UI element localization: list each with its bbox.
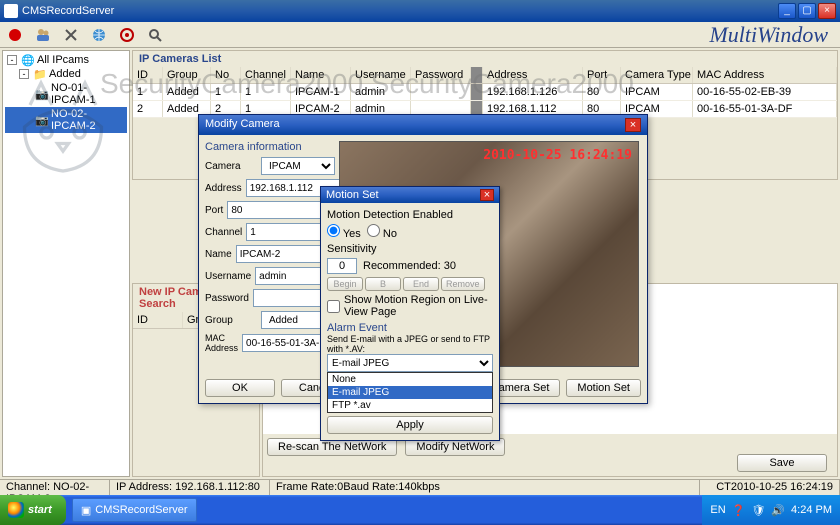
status-clock: CT2010-10-25 16:24:19 — [700, 480, 840, 495]
minimize-button[interactable]: _ — [778, 3, 796, 19]
toolbar: MultiWindow — [0, 22, 840, 48]
record-icon[interactable] — [6, 26, 24, 44]
recommended-label: Recommended: 30 — [363, 260, 456, 272]
window-title: CMSRecordServer — [22, 5, 778, 17]
status-channel: Channel: NO-02-IPCAM-2 — [0, 480, 110, 495]
tree-cam-1[interactable]: 📷NO-01-IPCAM-1 — [5, 81, 127, 107]
radio-no[interactable]: No — [367, 224, 397, 240]
people-icon[interactable] — [34, 26, 52, 44]
motion-close-icon[interactable]: × — [480, 189, 494, 201]
taskbar: start ▣CMSRecordServer EN ❓ 🛡 🔊 4:24 PM — [0, 495, 840, 525]
radio-yes[interactable]: Yes — [327, 224, 361, 240]
app-icon — [4, 4, 18, 18]
status-rate: Frame Rate:0Baud Rate:140kbps — [270, 480, 700, 495]
tray-clock: 4:24 PM — [791, 504, 832, 516]
start-button[interactable]: start — [0, 495, 66, 525]
tools-icon[interactable] — [62, 26, 80, 44]
maximize-button[interactable]: ▢ — [798, 3, 816, 19]
section-label: Camera information — [205, 141, 335, 157]
dropdown-options[interactable]: None E-mail JPEG FTP *.av — [327, 372, 493, 413]
tray-icon[interactable]: ❓ — [732, 504, 746, 517]
camera-select[interactable]: IPCAM — [261, 157, 335, 175]
camera-grid[interactable]: ID Group No Channel Name Username Passwo… — [133, 67, 837, 118]
motion-title: Motion Set — [326, 189, 379, 201]
end-button[interactable]: End — [403, 277, 439, 291]
remove-button[interactable]: Remove — [441, 277, 485, 291]
ok-button[interactable]: OK — [205, 379, 275, 397]
taskbar-app[interactable]: ▣CMSRecordServer — [72, 498, 197, 522]
b-button[interactable]: B — [365, 277, 401, 291]
preview-timestamp: 2010-10-25 16:24:19 — [483, 148, 632, 163]
close-button[interactable]: × — [818, 3, 836, 19]
window-titlebar: CMSRecordServer _ ▢ × — [0, 0, 840, 22]
show-region-checkbox[interactable]: Show Motion Region on Live-View Page — [327, 294, 493, 318]
alarm-section: Alarm Event — [327, 322, 493, 334]
alarm-action-select[interactable]: E-mail JPEG None E-mail JPEG FTP *.av — [327, 354, 493, 372]
sensitivity-label: Sensitivity — [327, 243, 493, 255]
device-tree[interactable]: -🌐All IPcams -📁Added 📷NO-01-IPCAM-1 📷NO-… — [2, 50, 130, 477]
tree-cam-2[interactable]: 📷NO-02-IPCAM-2 — [5, 107, 127, 133]
status-bar: Channel: NO-02-IPCAM-2 IP Address: 192.1… — [0, 479, 840, 495]
apply-button[interactable]: Apply — [327, 416, 493, 434]
motion-set-dialog: Motion Set × Motion Detection Enabled Yes… — [320, 186, 500, 441]
save-button-2[interactable]: Save — [737, 454, 827, 472]
begin-button[interactable]: Begin — [327, 277, 363, 291]
sendmail-label: Send E-mail with a JPEG or send to FTP w… — [327, 334, 493, 354]
tree-root[interactable]: -🌐All IPcams — [5, 53, 127, 67]
system-tray[interactable]: EN ❓ 🛡 🔊 4:24 PM — [702, 495, 840, 525]
lang-indicator[interactable]: EN — [710, 504, 725, 516]
tray-icon[interactable]: 🔊 — [771, 504, 785, 517]
search-icon[interactable] — [146, 26, 164, 44]
camera-list-title: IP Cameras List — [133, 51, 837, 67]
motion-enabled-label: Motion Detection Enabled — [327, 209, 493, 221]
brand-label: MultiWindow — [709, 22, 834, 48]
dialog-title: Modify Camera — [205, 118, 280, 132]
tray-icon[interactable]: 🛡 — [751, 504, 765, 517]
motion-set-button[interactable]: Motion Set — [566, 379, 641, 397]
table-row[interactable]: 1Added11IPCAM-1admin192.168.1.12680IPCAM… — [133, 84, 837, 101]
globe-icon[interactable] — [90, 26, 108, 44]
dialog-close-icon[interactable]: × — [625, 118, 641, 132]
tree-group[interactable]: -📁Added — [5, 67, 127, 81]
status-ip: IP Address: 192.168.1.112:80 — [110, 480, 270, 495]
sensitivity-field[interactable] — [327, 258, 357, 274]
record-settings-icon[interactable] — [118, 26, 136, 44]
